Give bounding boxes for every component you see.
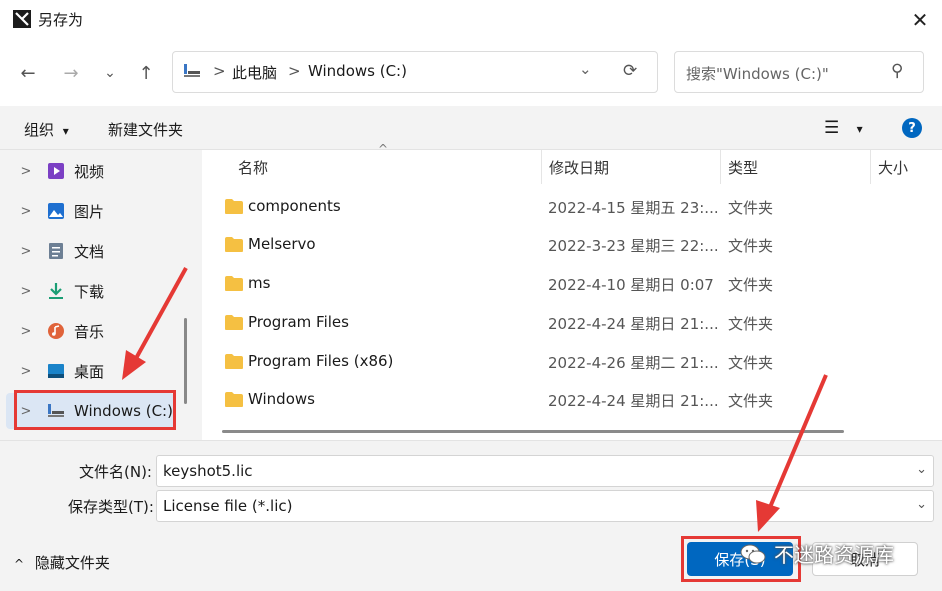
wechat-icon <box>740 543 766 565</box>
watermark-text: 不迷路资源库 <box>774 543 894 567</box>
annotation-arrows <box>122 267 828 532</box>
watermark: 不迷路资源库 <box>740 539 894 568</box>
